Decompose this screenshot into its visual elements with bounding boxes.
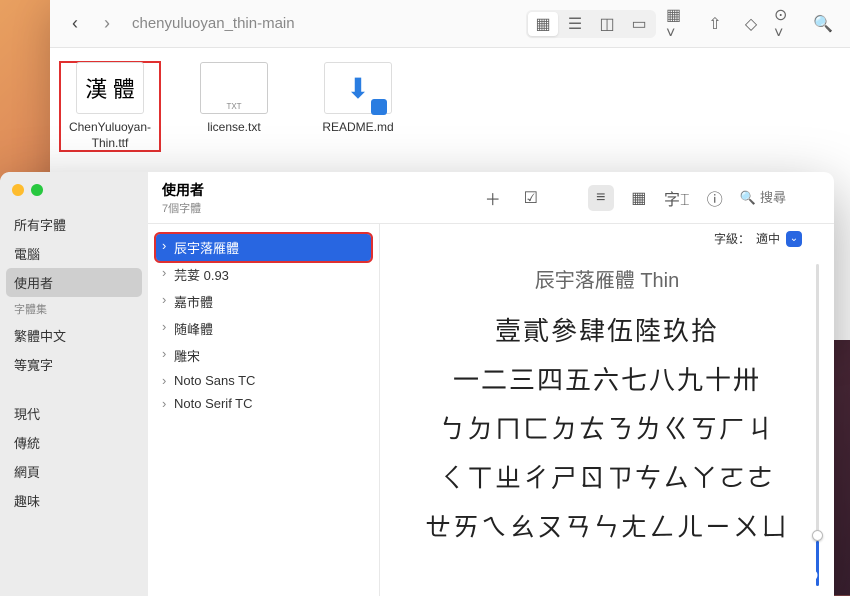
add-button[interactable]: ＋ — [480, 185, 506, 211]
file-name: README.md — [308, 120, 408, 136]
search-icon: 🔍 — [740, 190, 756, 206]
file-item[interactable]: 漢 體 ChenYuluoyan-Thin.ttf — [60, 62, 160, 151]
sidebar-section-spacer — [0, 379, 148, 399]
validate-button[interactable]: ☑ — [518, 185, 544, 211]
preview-font-name: 辰宇落雁體 Thin — [398, 264, 816, 293]
sidebar-item[interactable]: 網頁 — [0, 457, 148, 486]
info-button[interactable]: ⓘ — [702, 185, 728, 211]
fontbook-header: 使用者 7個字體 ＋ ☑ ≡ ▦ 字⌶ ⓘ 🔍 — [148, 172, 834, 224]
back-button[interactable]: ‹ — [64, 13, 86, 35]
preview-sample-line: ㄑㄒㄓㄔㄕㄖㄗㄘㄙㄚㄛㄜ — [398, 458, 816, 495]
file-name: license.txt — [184, 120, 284, 136]
view-mode-group: ▦ ☰ ◫ ▭ — [526, 10, 656, 38]
md-file-icon: ⬇ — [324, 62, 392, 114]
search-icon[interactable]: 🔍 — [810, 12, 836, 36]
size-dropdown-icon[interactable]: ⌄ — [786, 231, 802, 247]
sidebar-item[interactable]: 所有字體 — [0, 210, 148, 239]
preview-sample-line: ㄅㄉㄇㄈㄉㄊㄋㄌㄍㄎㄏㄐ — [398, 409, 816, 446]
column-view-button[interactable]: ◫ — [592, 12, 622, 36]
tags-button[interactable]: ◇ — [738, 12, 764, 36]
font-preview: 字級： 適中 ⌄ 辰宇落雁體 Thin 壹貳參肆伍陸玖拾一二三四五六七八九十卅ㄅ… — [380, 224, 834, 596]
size-control: 字級： 適中 ⌄ — [714, 230, 802, 247]
forward-button[interactable]: › — [96, 13, 118, 35]
search-field[interactable]: 🔍 — [740, 190, 820, 206]
share-button[interactable]: ⇧ — [702, 12, 728, 36]
font-list-item[interactable]: Noto Sans TC — [156, 369, 371, 392]
font-list-item[interactable]: Noto Serif TC — [156, 392, 371, 415]
size-value[interactable]: 適中 — [756, 230, 780, 247]
font-list: 辰宇落雁體芫荽 0.93嘉市體随峰體雕宋Noto Sans TCNoto Ser… — [148, 224, 380, 596]
font-list-item[interactable]: 随峰體 — [156, 315, 371, 342]
list-view-button[interactable]: ☰ — [560, 12, 590, 36]
gallery-view-button[interactable]: ▭ — [624, 12, 654, 36]
file-name: ChenYuluoyan-Thin.ttf — [60, 120, 160, 151]
size-slider[interactable] — [808, 264, 826, 586]
file-item[interactable]: ⬇ README.md — [308, 62, 408, 151]
repertoire-view-button[interactable]: ▦ — [626, 185, 652, 211]
preview-sample-line: 壹貳參肆伍陸玖拾 — [398, 311, 816, 348]
font-list-item[interactable]: 雕宋 — [156, 342, 371, 369]
fontbook-window: 所有字體電腦使用者 字體集 繁體中文等寬字 現代傳統網頁趣味 使用者 7個字體 … — [0, 172, 834, 596]
folder-name: chenyuluoyan_thin-main — [132, 15, 295, 32]
window-controls — [0, 184, 148, 210]
finder-content: 漢 體 ChenYuluoyan-Thin.ttf license.txt ⬇ READ… — [50, 48, 850, 165]
sidebar-item[interactable]: 使用者 — [6, 268, 142, 297]
minimize-button[interactable] — [12, 184, 24, 196]
ttf-file-icon: 漢 體 — [76, 62, 144, 114]
search-input[interactable] — [760, 190, 820, 205]
sidebar-item[interactable]: 電腦 — [0, 239, 148, 268]
actions-menu[interactable]: ⊙ ˅ — [774, 12, 800, 36]
finder-toolbar: ‹ › chenyuluoyan_thin-main ▦ ☰ ◫ ▭ ▦ ˅ ⇧… — [50, 0, 850, 48]
sidebar-item[interactable]: 繁體中文 — [0, 321, 148, 350]
group-menu[interactable]: ▦ ˅ — [666, 12, 692, 36]
preview-sample-line: ㄝㄞㄟㄠㄡㄢㄣㄤㄥㄦㄧㄨㄩ — [398, 507, 816, 544]
icon-view-button[interactable]: ▦ — [528, 12, 558, 36]
sidebar-item[interactable]: 傳統 — [0, 428, 148, 457]
font-list-item[interactable]: 嘉市體 — [156, 288, 371, 315]
file-item[interactable]: license.txt — [184, 62, 284, 151]
custom-view-button[interactable]: 字⌶ — [664, 185, 690, 211]
sidebar-item[interactable]: 等寬字 — [0, 350, 148, 379]
sidebar-section-label: 字體集 — [0, 297, 148, 321]
sample-view-button[interactable]: ≡ — [588, 185, 614, 211]
font-list-item[interactable]: 芫荽 0.93 — [156, 261, 371, 288]
preview-sample-line: 一二三四五六七八九十卅 — [398, 360, 816, 397]
collection-title: 使用者 7個字體 — [162, 180, 204, 216]
font-list-item[interactable]: 辰宇落雁體 — [156, 234, 371, 261]
fontbook-main: 使用者 7個字體 ＋ ☑ ≡ ▦ 字⌶ ⓘ 🔍 辰宇落雁體芫荽 0.93嘉市體随… — [148, 172, 834, 596]
sidebar-item[interactable]: 現代 — [0, 399, 148, 428]
fontbook-sidebar: 所有字體電腦使用者 字體集 繁體中文等寬字 現代傳統網頁趣味 — [0, 172, 148, 596]
txt-file-icon — [200, 62, 268, 114]
sidebar-item[interactable]: 趣味 — [0, 486, 148, 515]
zoom-button[interactable] — [31, 184, 43, 196]
watermark: minwt.com — [738, 561, 834, 587]
